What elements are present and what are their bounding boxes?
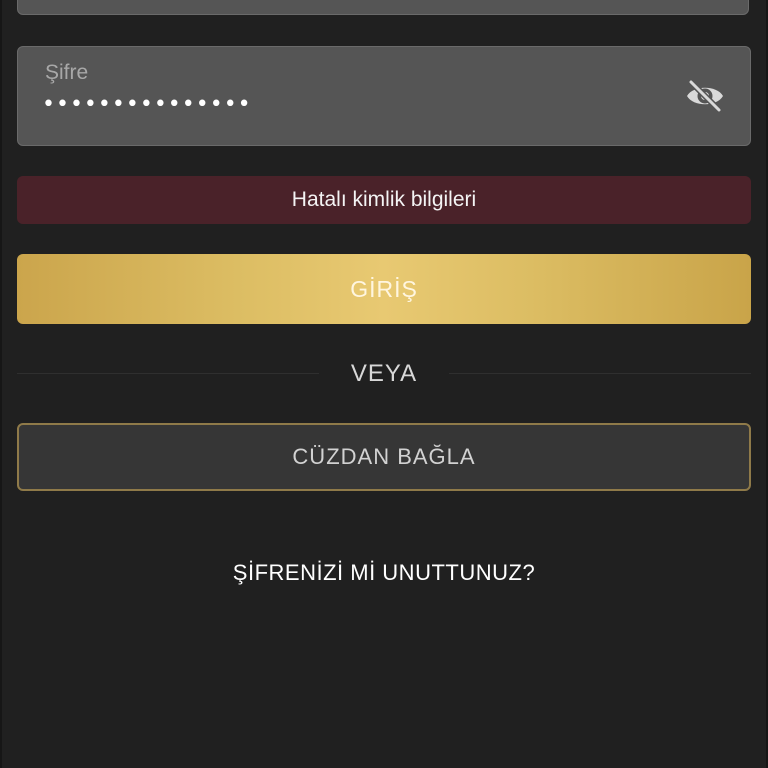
connect-wallet-button[interactable]: CÜZDAN BAĞLA xyxy=(17,423,751,491)
password-value: ••••••••••••••• xyxy=(42,92,252,117)
login-screen: Şifre ••••••••••••••• Hatalı kimlik bilg… xyxy=(0,0,768,768)
login-button-label: GİRİŞ xyxy=(350,275,418,302)
eye-slash-icon[interactable] xyxy=(684,77,726,115)
left-edge xyxy=(0,0,2,768)
error-message: Hatalı kimlik bilgileri xyxy=(291,188,477,211)
password-label: Şifre xyxy=(45,61,89,84)
password-field[interactable]: Şifre ••••••••••••••• xyxy=(17,46,751,146)
error-banner: Hatalı kimlik bilgileri xyxy=(17,176,751,224)
or-divider: VEYA xyxy=(17,354,751,394)
forgot-password-link[interactable]: ŞİFRENİZİ Mİ UNUTTUNUZ? xyxy=(0,560,768,586)
connect-wallet-label: CÜZDAN BAĞLA xyxy=(292,444,476,469)
login-button[interactable]: GİRİŞ xyxy=(17,254,751,324)
divider-label: VEYA xyxy=(350,360,418,387)
username-field[interactable] xyxy=(17,0,749,15)
